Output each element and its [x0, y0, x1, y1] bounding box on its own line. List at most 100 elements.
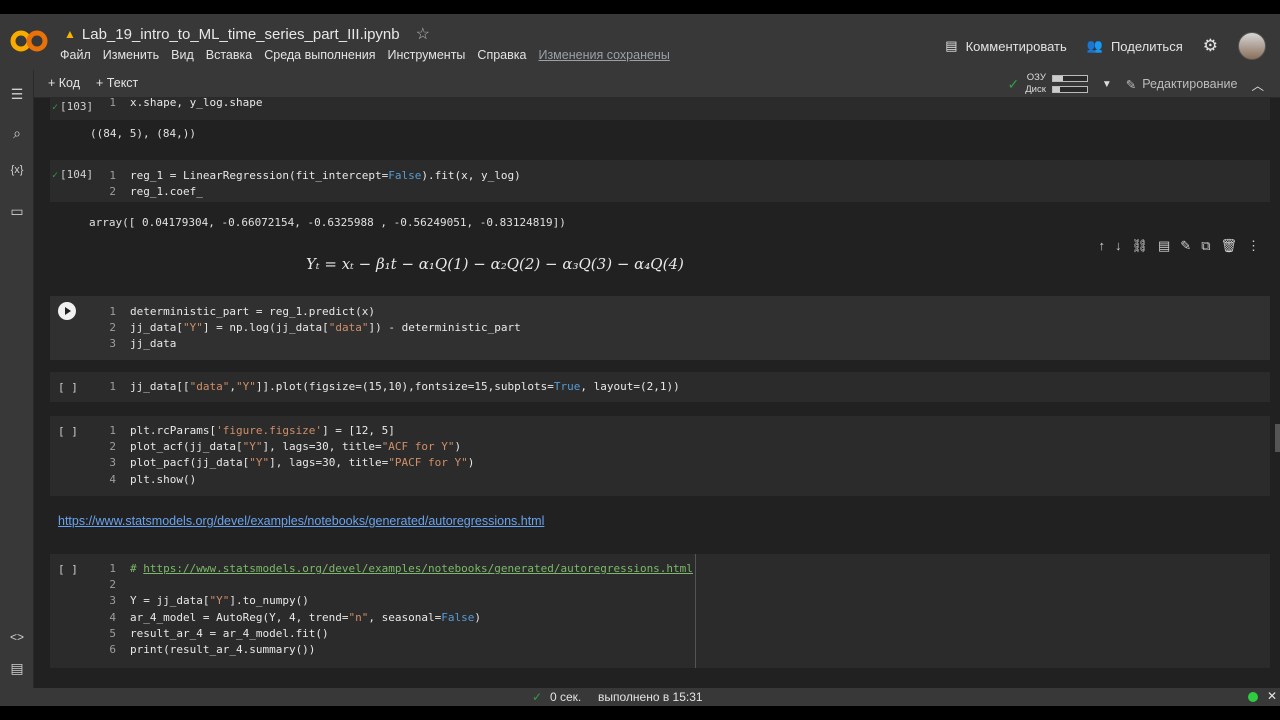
code-text: jj_data[: [130, 321, 183, 335]
code-line[interactable]: plot_acf(jj_data["Y"], lags=30, title="A…: [130, 440, 461, 453]
notebook-title-row: ▲ Lab_19_intro_to_ML_time_series_part_II…: [64, 24, 430, 44]
line-number: 5: [109, 626, 116, 640]
status-completed[interactable]: выполнено в 15:31: [598, 690, 703, 704]
exec-count-empty[interactable]: [ ]: [58, 563, 78, 576]
folder-icon[interactable]: ▭: [8, 203, 26, 221]
arrow-down-icon[interactable]: ↓: [1115, 238, 1122, 254]
code-line[interactable]: jj_data: [130, 337, 176, 350]
exec-count-empty[interactable]: [ ]: [58, 425, 78, 438]
share-label: Поделиться: [1110, 38, 1183, 54]
resources-indicator[interactable]: ✓ ОЗУ Диск ▼: [1007, 72, 1111, 96]
code-cell-ar[interactable]: [ ] 1 # https://www.statsmodels.org/devel…: [50, 554, 1270, 668]
add-code-button[interactable]: + Код: [48, 76, 80, 90]
share-button[interactable]: 👥 Поделиться: [1087, 38, 1183, 54]
chevron-up-icon[interactable]: ︿: [1251, 75, 1264, 94]
code-snippets-icon[interactable]: <>: [8, 630, 26, 648]
variables-icon[interactable]: {x}: [8, 164, 26, 182]
comment-button[interactable]: ▤ Комментировать: [945, 38, 1067, 54]
header-actions: ▤ Комментировать 👥 Поделиться ⚙: [945, 32, 1266, 60]
line-number: 1: [109, 562, 116, 575]
code-cell-plot[interactable]: [ ] 1 jj_data[["data","Y"]].plot(figsize=…: [50, 372, 1270, 402]
edit-mode-button[interactable]: ✎ Редактирование: [1126, 77, 1238, 92]
check-icon: ✓: [52, 102, 59, 113]
run-cell-button[interactable]: [58, 302, 76, 320]
code-cell-deterministic[interactable]: 1 deterministic_part = reg_1.predict(x) 2…: [50, 296, 1270, 360]
line-number: 4: [109, 472, 116, 486]
code-line[interactable]: ar_4_model = AutoReg(Y, 4, trend="n", se…: [130, 611, 481, 624]
menu-file[interactable]: Файл: [60, 48, 91, 62]
code-lines: 1 jj_data[["data","Y"]].plot(figsize=(15,…: [94, 379, 680, 395]
notebook-toolbar: + Код + Текст ✓ ОЗУ Диск ▼ ✎ Редактирова…: [0, 70, 1280, 98]
add-text-button[interactable]: + Текст: [96, 76, 138, 90]
exec-count-empty[interactable]: [ ]: [58, 381, 78, 394]
comment-icon[interactable]: ▤: [1158, 238, 1170, 254]
gear-icon[interactable]: ⚙: [1203, 36, 1218, 56]
link-icon[interactable]: ⛓: [1131, 238, 1148, 254]
code-text: plot_acf(jj_data[: [130, 440, 243, 454]
code-line[interactable]: plot_pacf(jj_data["Y"], lags=30, title="…: [130, 456, 474, 469]
code-lines: 1 x.shape, y_log.shape: [94, 98, 262, 111]
search-icon[interactable]: ⌕: [8, 125, 26, 143]
code-line[interactable]: jj_data["Y"] = np.log(jj_data["data"]) -…: [130, 321, 521, 334]
code-lines: 1 # https://www.statsmodels.org/devel/exa…: [94, 561, 693, 658]
notebook-title[interactable]: Lab_19_intro_to_ML_time_series_part_III.…: [82, 26, 400, 43]
exec-count-text: [104]: [60, 168, 94, 181]
code-line[interactable]: Y = jj_data["Y"].to_numpy(): [130, 594, 309, 607]
status-time[interactable]: 0 сек.: [550, 690, 581, 704]
comment-link[interactable]: https://www.statsmodels.org/devel/exampl…: [143, 562, 693, 575]
code-line[interactable]: print(result_ar_4.summary()): [130, 643, 315, 656]
left-sidebar: ☰ ⌕ {x} ▭ <> ▤: [0, 70, 34, 690]
scrollbar-thumb[interactable]: [1275, 424, 1280, 452]
code-line-empty[interactable]: [130, 578, 137, 591]
colab-logo[interactable]: [10, 28, 48, 54]
chevron-down-icon[interactable]: ▼: [1102, 79, 1112, 90]
close-icon[interactable]: ✕: [1267, 689, 1277, 703]
saved-status[interactable]: Изменения сохранены: [538, 48, 669, 62]
code-cell-103[interactable]: ✓ [103] 1 x.shape, y_log.shape: [50, 98, 1270, 120]
line-number: 3: [109, 594, 116, 608]
code-text: Y = jj_data[: [130, 594, 210, 608]
code-line[interactable]: reg_1.coef_: [130, 185, 203, 198]
code-lines: 1 plt.rcParams['figure.figsize'] = [12, 5…: [94, 423, 474, 488]
code-line[interactable]: plt.show(): [130, 473, 196, 486]
menu-insert[interactable]: Вставка: [206, 48, 252, 62]
code-line[interactable]: jj_data[["data","Y"]].plot(figsize=(15,1…: [130, 380, 680, 393]
code-line[interactable]: plt.rcParams['figure.figsize'] = [12, 5]: [130, 424, 395, 437]
menu-view[interactable]: Вид: [171, 48, 194, 62]
line-number: 4: [109, 610, 116, 624]
letterbox-top: [0, 0, 1280, 14]
code-text: ): [467, 456, 475, 470]
code-cell-acf[interactable]: [ ] 1 plt.rcParams['figure.figsize'] = [1…: [50, 416, 1270, 496]
ram-label: ОЗУ: [1026, 72, 1046, 83]
trash-icon[interactable]: 🗑: [1220, 238, 1237, 254]
exec-count-text: [103]: [60, 100, 94, 113]
cell-toolbar: ↑ ↓ ⛓ ▤ ✎ ⧉ 🗑 ⋮: [1098, 238, 1260, 254]
more-icon[interactable]: ⋮: [1247, 238, 1260, 254]
ruler-line: [695, 554, 696, 668]
header: ▲ Lab_19_intro_to_ML_time_series_part_II…: [0, 14, 1280, 70]
code-line[interactable]: reg_1 = LinearRegression(fit_intercept=F…: [130, 169, 521, 182]
code-line[interactable]: deterministic_part = reg_1.predict(x): [130, 305, 375, 318]
code-cell-104[interactable]: ✓ [104] 1 reg_1 = LinearRegression(fit_int…: [50, 160, 1270, 202]
mirror-cell-icon[interactable]: ⧉: [1201, 238, 1210, 254]
line-number: 2: [109, 321, 116, 335]
code-text: reg_1 = LinearRegression(fit_intercept=: [130, 169, 389, 182]
menu-help[interactable]: Справка: [477, 48, 526, 62]
statsmodels-link[interactable]: https://www.statsmodels.org/devel/exampl…: [58, 514, 544, 528]
code-text: , seasonal=: [368, 610, 442, 624]
menu-runtime[interactable]: Среда выполнения: [264, 48, 375, 62]
arrow-up-icon[interactable]: ↑: [1098, 238, 1105, 254]
pencil-icon[interactable]: ✎: [1180, 238, 1191, 254]
code-line[interactable]: # https://www.statsmodels.org/devel/exam…: [130, 562, 693, 575]
code-line[interactable]: x.shape, y_log.shape: [130, 98, 262, 109]
star-icon[interactable]: ☆: [416, 24, 430, 44]
menu-tools[interactable]: Инструменты: [387, 48, 465, 62]
code-line[interactable]: result_ar_4 = ar_4_model.fit(): [130, 627, 329, 640]
avatar[interactable]: [1238, 32, 1266, 60]
menu-edit[interactable]: Изменить: [103, 48, 159, 62]
line-number: 2: [109, 185, 116, 199]
terminal-icon[interactable]: ▤: [8, 660, 26, 678]
code-text: ar_4_model = AutoReg(Y, 4, trend=: [130, 610, 349, 624]
string-literal: "Y": [249, 456, 270, 470]
toc-icon[interactable]: ☰: [8, 86, 26, 104]
